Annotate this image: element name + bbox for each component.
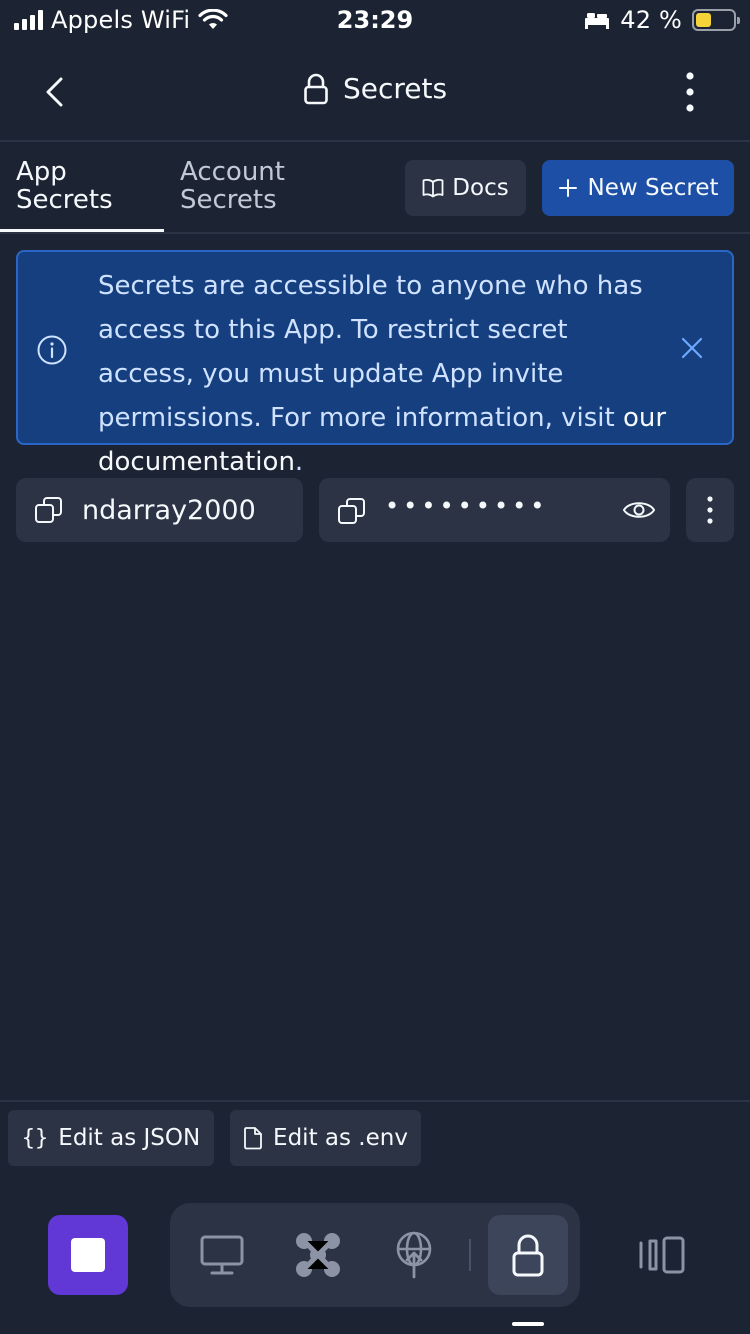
page-title-text: Secrets (342, 72, 448, 105)
copy-icon[interactable] (337, 496, 367, 526)
file-icon (244, 1127, 262, 1150)
footer-divider (0, 1100, 750, 1102)
packages-icon (296, 1233, 340, 1277)
tabs-divider (0, 232, 750, 234)
info-banner: Secrets are accessible to anyone who has… (16, 250, 734, 477)
banner-text: Secrets are accessible to anyone who has… (98, 271, 643, 433)
info-icon (36, 334, 68, 366)
monitor-icon (200, 1235, 244, 1275)
battery-percent: 42 % (620, 6, 682, 34)
close-icon (681, 337, 703, 359)
dismiss-banner-button[interactable] (680, 336, 704, 360)
stop-button[interactable] (48, 1215, 128, 1295)
plus-icon (558, 179, 577, 197)
status-bar: Appels WiFi 23:29 42 % (0, 0, 750, 40)
tab-account-secrets[interactable]: Account Secrets (180, 158, 285, 214)
stop-icon (71, 1238, 105, 1272)
tool-dock (170, 1203, 580, 1307)
tab-app-secrets-line2: Secrets (16, 185, 113, 215)
eye-icon[interactable] (622, 494, 656, 526)
dock-separator (469, 1239, 471, 1271)
copy-icon[interactable] (34, 495, 64, 525)
tool-deployments[interactable] (374, 1215, 454, 1295)
secret-masked-value: ••••••••• (385, 492, 549, 520)
docs-button-label: Docs (452, 175, 509, 201)
new-secret-button[interactable]: New Secret (542, 160, 734, 216)
tool-webview[interactable] (182, 1215, 262, 1295)
banner-trailing: . (294, 447, 304, 477)
more-options-button[interactable] (670, 70, 710, 114)
secret-row-more-button[interactable] (686, 478, 734, 542)
more-vertical-icon (686, 72, 694, 112)
battery-icon (692, 9, 740, 31)
book-open-icon (422, 178, 444, 198)
tab-account-secrets-line1: Account (180, 157, 285, 187)
tool-packages[interactable] (278, 1215, 358, 1295)
page-title: Secrets (0, 72, 750, 105)
secret-key-text: ndarray2000 (82, 494, 256, 526)
new-secret-button-label: New Secret (587, 175, 719, 201)
more-vertical-icon (707, 496, 713, 524)
tool-secrets[interactable] (488, 1215, 568, 1295)
secret-value-field[interactable]: ••••••••• (319, 478, 670, 542)
edit-as-json-button[interactable]: {} Edit as JSON (8, 1110, 214, 1166)
edit-as-env-label: Edit as .env (273, 1125, 408, 1151)
docs-button[interactable]: Docs (405, 160, 526, 216)
braces-icon: {} (21, 1125, 49, 1151)
secret-key-field[interactable]: ndarray2000 (16, 478, 303, 542)
home-indicator (512, 1322, 544, 1326)
app-header: Secrets (0, 44, 750, 140)
tab-app-secrets-line1: App (16, 157, 67, 187)
status-right: 42 % (584, 6, 740, 34)
edit-as-json-label: Edit as JSON (58, 1125, 201, 1151)
bed-icon (584, 10, 610, 30)
edit-as-env-button[interactable]: Edit as .env (230, 1110, 421, 1166)
lock-icon (512, 1234, 544, 1277)
header-divider (0, 140, 750, 142)
banner-message: Secrets are accessible to anyone who has… (98, 264, 668, 484)
lock-icon (304, 73, 328, 104)
deploy-icon (396, 1231, 432, 1279)
battery-fill (696, 13, 712, 27)
tab-account-secrets-line2: Secrets (180, 185, 277, 215)
tab-app-secrets[interactable]: App Secrets (16, 158, 113, 214)
layout-icon (639, 1236, 685, 1274)
layout-button[interactable] (630, 1215, 694, 1295)
